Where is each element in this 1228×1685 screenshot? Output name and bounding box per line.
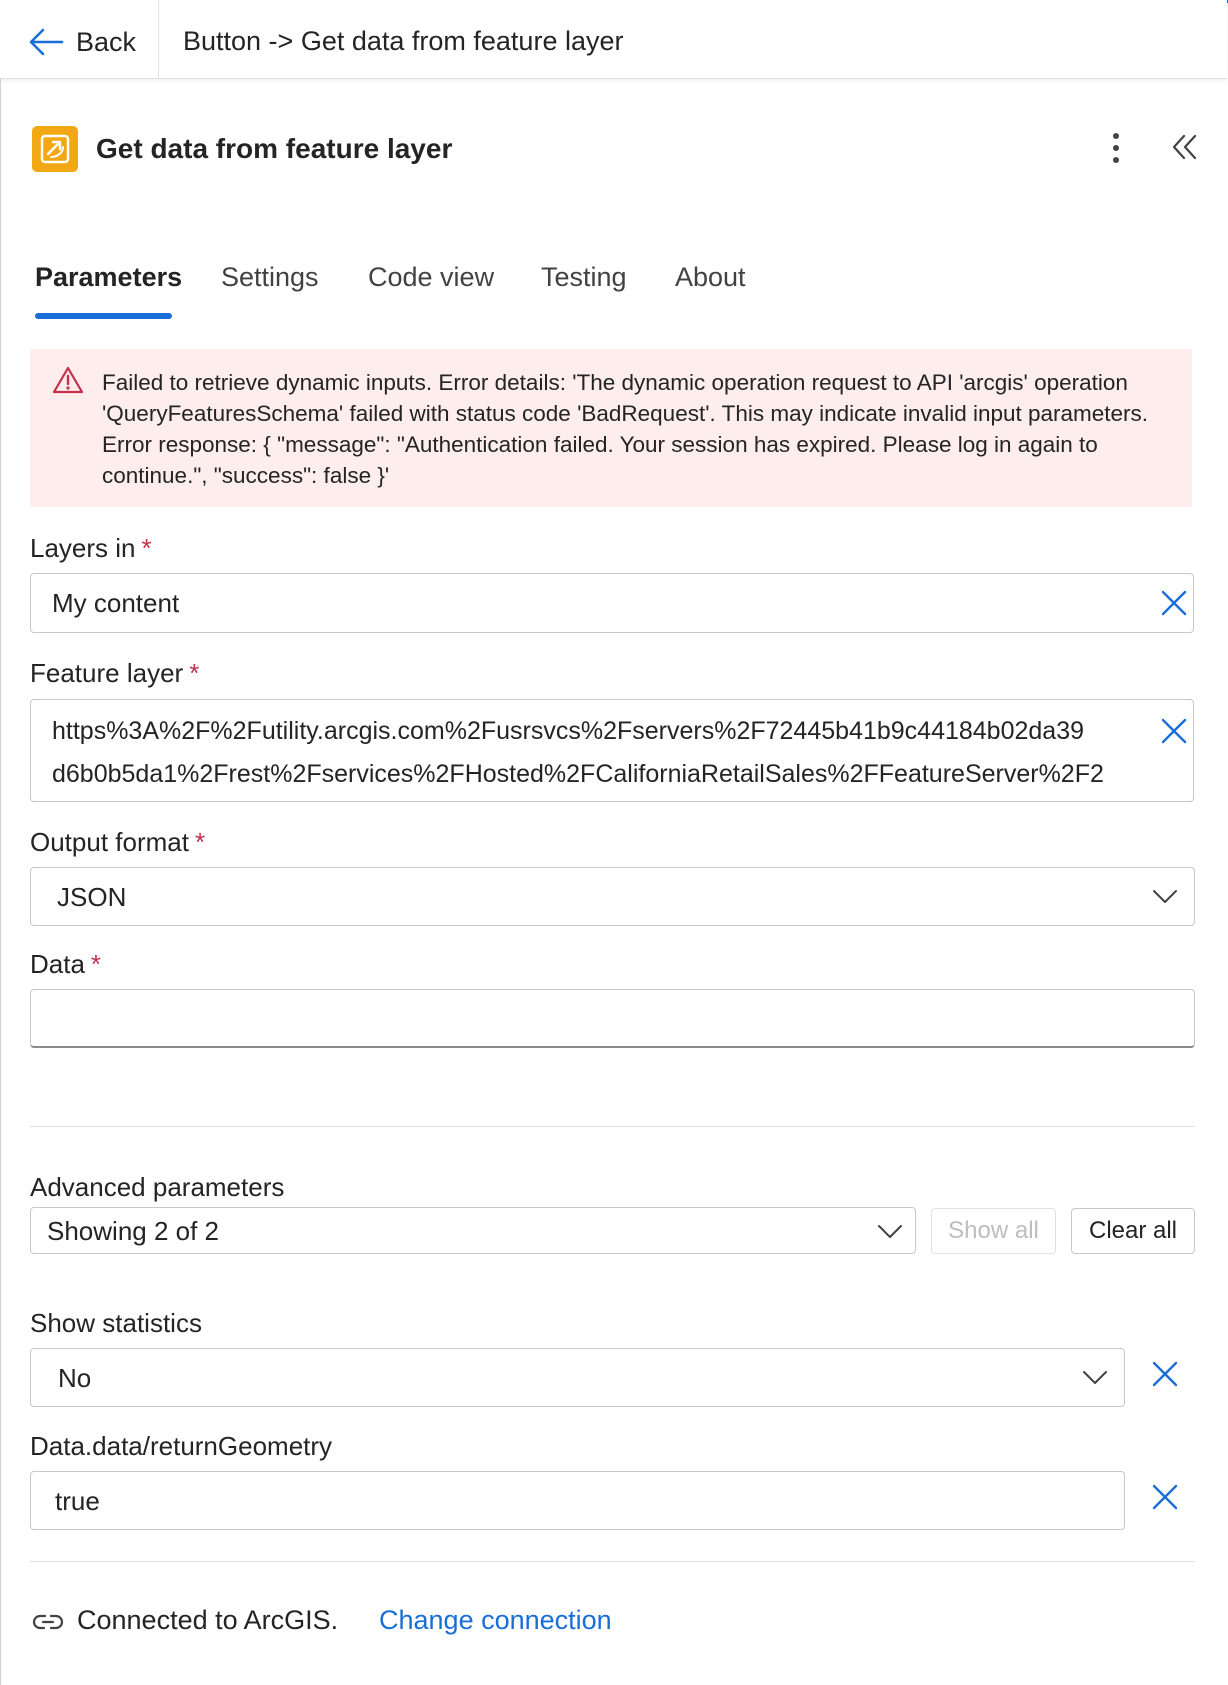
remove-return-geometry-icon[interactable] [1150,1482,1180,1512]
error-banner: Failed to retrieve dynamic inputs. Error… [30,349,1192,507]
warning-icon [52,366,84,394]
divider [30,1126,1195,1127]
back-button[interactable]: Back [28,22,136,62]
back-label: Back [76,26,137,57]
chevron-down-icon [878,1225,902,1238]
output-format-label-text: Output format [30,827,189,857]
advanced-parameters-value: Showing 2 of 2 [47,1216,220,1246]
top-bar: Back Button -> Get data from feature lay… [0,0,1227,79]
change-connection-link[interactable]: Change connection [379,1605,612,1636]
layers-in-field[interactable]: My content [30,573,1194,633]
feature-layer-value-line1: https%3A%2F%2Futility.arcgis.com%2Fusrsv… [52,717,1085,745]
divider [30,1561,1195,1562]
feature-layer-label-text: Feature layer [30,658,184,688]
tab-testing[interactable]: Testing [541,262,627,293]
chevron-down-icon [1083,1371,1107,1384]
data-label-text: Data [30,949,85,979]
data-input[interactable] [30,989,1195,1048]
show-statistics-value: No [58,1363,92,1393]
required-marker: * [141,533,152,563]
required-marker: * [189,658,200,688]
data-label: Data * [30,949,101,980]
output-format-label: Output format * [30,827,205,858]
output-format-value: JSON [57,882,127,912]
feature-layer-value-line2: d6b0b5da1%2Frest%2Fservices%2FHosted%2FC… [52,760,1104,788]
close-icon[interactable] [1159,588,1189,618]
show-statistics-dropdown[interactable]: No [30,1348,1125,1407]
active-tab-indicator [35,313,172,319]
layers-in-label: Layers in * [30,533,152,564]
tab-settings[interactable]: Settings [221,262,319,293]
breadcrumb: Button -> Get data from feature layer [183,26,624,56]
layers-in-value: My content [52,588,180,618]
remove-show-statistics-icon[interactable] [1150,1359,1180,1389]
tab-parameters[interactable]: Parameters [35,262,182,293]
close-icon[interactable] [1159,716,1189,746]
tab-about[interactable]: About [675,262,746,293]
chevron-double-left-icon[interactable] [1170,132,1200,162]
topbar-divider [158,0,159,79]
output-format-dropdown[interactable]: JSON [30,867,1195,926]
more-vertical-icon[interactable] [1106,131,1126,165]
return-geometry-label: Data.data/returnGeometry [30,1431,333,1461]
arrow-left-icon [29,28,64,56]
return-geometry-input[interactable]: true [30,1471,1125,1530]
link-icon [32,1614,64,1630]
feature-layer-field[interactable]: https%3A%2F%2Futility.arcgis.com%2Fusrsv… [30,699,1194,802]
return-geometry-value: true [55,1486,100,1516]
advanced-parameters-dropdown[interactable]: Showing 2 of 2 [30,1207,916,1254]
show-statistics-label: Show statistics [30,1308,202,1338]
chevron-down-icon [1153,890,1177,903]
page-title: Get data from feature layer [96,133,453,164]
arcgis-connector-icon [32,126,78,172]
clear-all-button[interactable]: Clear all [1071,1208,1195,1254]
layers-in-label-text: Layers in [30,533,136,563]
show-all-button[interactable]: Show all [931,1208,1056,1254]
required-marker: * [194,827,206,857]
connection-status: Connected to ArcGIS. [77,1605,339,1635]
advanced-parameters-label: Advanced parameters [30,1172,285,1202]
error-message: Failed to retrieve dynamic inputs. Error… [102,370,1149,488]
required-marker: * [90,949,102,979]
feature-layer-label: Feature layer * [30,658,199,689]
tab-code-view[interactable]: Code view [368,262,494,293]
